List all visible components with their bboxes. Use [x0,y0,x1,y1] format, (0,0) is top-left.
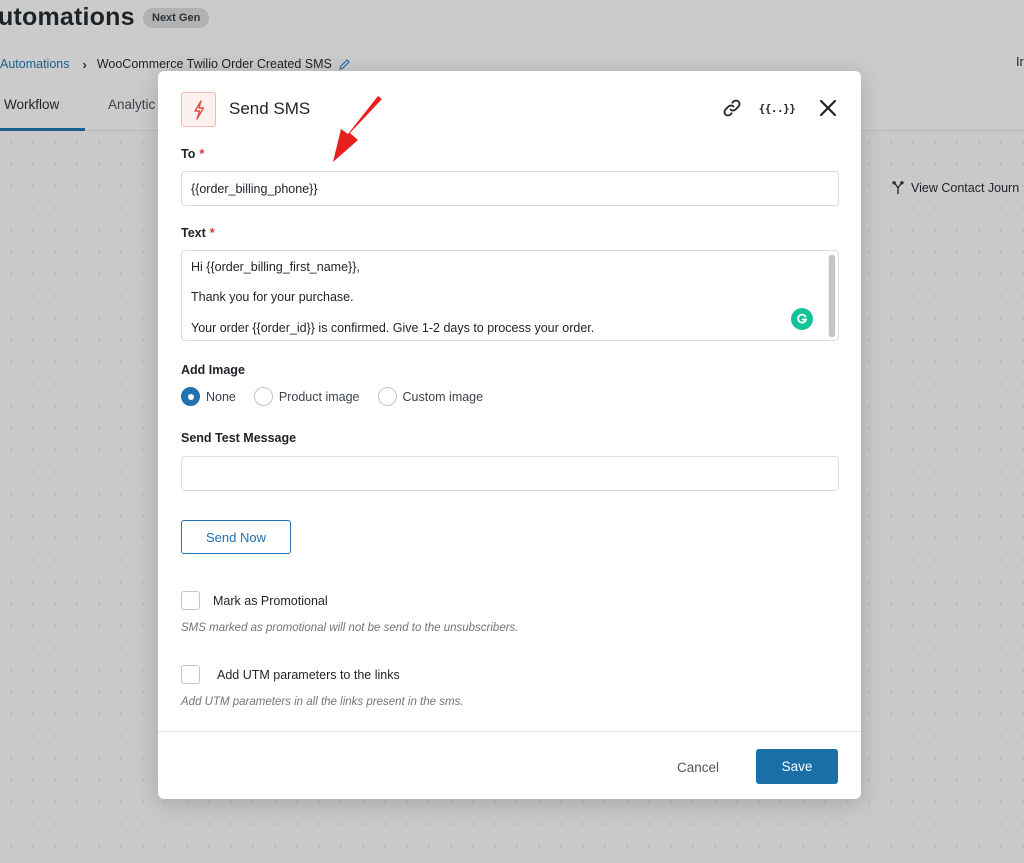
text-line: Thank you for your purchase. [191,290,354,304]
modal-header: Send SMS {{..}} [158,71,861,143]
link-icon[interactable] [721,97,743,119]
add-image-label: Add Image [181,363,245,377]
radio-custom-image[interactable]: Custom image [377,387,484,406]
sms-text-area[interactable]: Hi {{order_billing_first_name}}, Thank y… [181,250,839,341]
utm-help: Add UTM parameters in all the links pres… [181,696,464,708]
view-contact-journey-link[interactable]: View Contact Journ [891,181,1019,195]
save-button[interactable]: Save [756,749,838,784]
send-now-button[interactable]: Send Now [181,520,291,554]
promotional-checkbox[interactable] [181,591,200,610]
textarea-scrollbar-thumb[interactable] [829,255,835,337]
branch-icon [892,181,904,194]
modal-footer: Cancel Save [158,731,861,799]
send-test-label: Send Test Message [181,431,297,445]
view-contact-journey-label: View Contact Journ [911,181,1020,195]
promotional-label: Mark as Promotional [213,593,328,608]
chevron-right-icon: › [82,56,87,72]
bolt-icon [181,92,216,127]
breadcrumb-current: WooCommerce Twilio Order Created SMS [96,57,332,71]
merge-tags-icon[interactable]: {{..}} [759,97,796,119]
text-line: Your order {{order_id}} is confirmed. Gi… [191,321,595,335]
utm-row: Add UTM parameters to the links [181,665,400,684]
modal-title: Send SMS [229,99,311,118]
required-marker: * [199,147,205,161]
radio-button[interactable] [253,387,273,406]
radio-button[interactable] [377,387,397,406]
page-title: utomations [0,3,135,31]
to-label-text: To [181,147,196,161]
required-marker: * [209,226,215,240]
tab-workflow[interactable]: Workflow [4,97,59,112]
radio-label: Product image [278,389,360,404]
cancel-button[interactable]: Cancel [663,750,733,784]
test-phone-input[interactable] [181,456,839,491]
promotional-row: Mark as Promotional [181,591,328,610]
text-line: Hi {{order_billing_first_name}}, [191,260,360,274]
add-image-radio-group: None Product image Custom image [181,387,501,406]
utm-label: Add UTM parameters to the links [217,667,400,682]
breadcrumb-automations-link[interactable]: Automations [0,57,69,71]
next-gen-badge: Next Gen [143,8,210,28]
annotation-arrow-icon [333,96,382,162]
utm-checkbox[interactable] [181,665,200,684]
radio-product-image[interactable]: Product image [253,387,360,406]
radio-label: Custom image [402,389,484,404]
to-label: To * [181,147,204,161]
close-icon[interactable] [817,97,839,119]
radio-button-checked[interactable] [181,387,200,406]
promotional-help: SMS marked as promotional will not be se… [181,622,519,634]
pencil-icon[interactable] [338,58,351,71]
send-sms-modal: Send SMS {{..}} To* Text* Hi {{order_bil… [158,71,861,799]
text-label-text: Text [181,226,206,240]
top-right-link[interactable]: Ir [1016,55,1024,69]
radio-label: None [206,389,236,404]
radio-none[interactable]: None [181,387,236,406]
to-input[interactable] [181,171,839,206]
grammarly-icon[interactable] [791,308,813,330]
text-label: Text * [181,226,215,240]
tab-analytics[interactable]: Analytic [108,97,155,112]
